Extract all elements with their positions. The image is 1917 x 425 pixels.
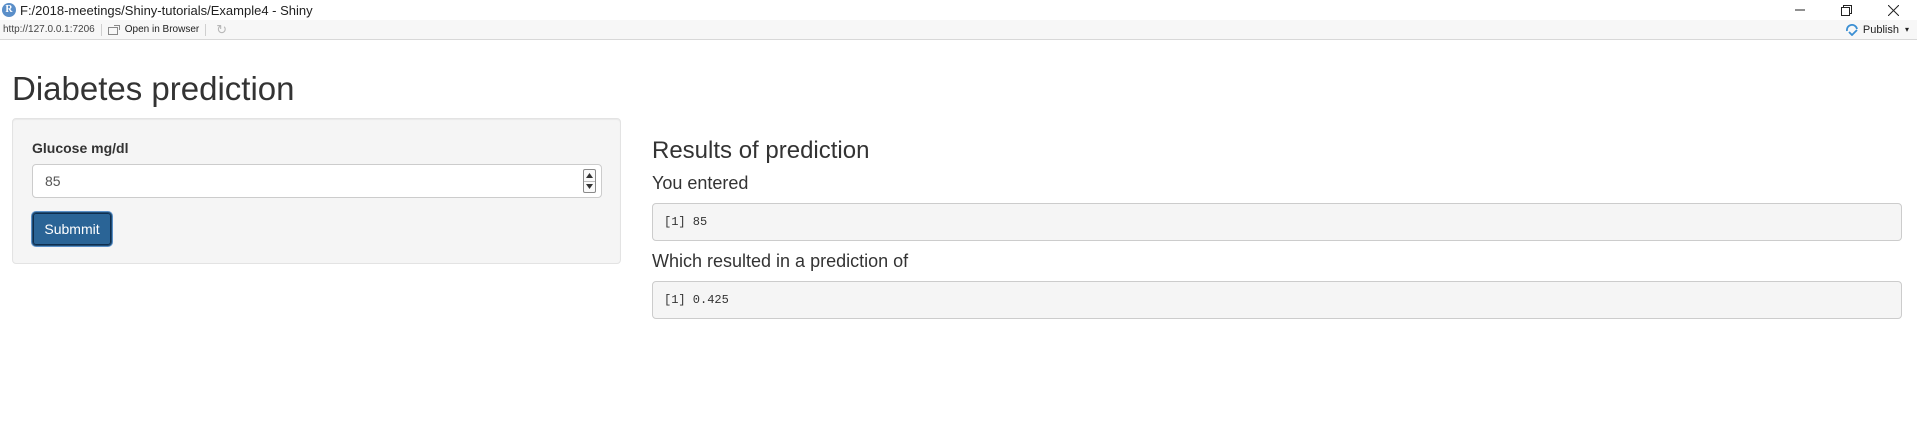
url-text[interactable]: http://127.0.0.1:7206 (3, 24, 95, 35)
rstudio-icon: R (2, 3, 16, 17)
window-title: F:/2018-meetings/Shiny-tutorials/Example… (20, 2, 313, 18)
publish-icon (1845, 23, 1858, 36)
title-bar: R F:/2018-meetings/Shiny-tutorials/Examp… (0, 0, 1917, 20)
spin-down-icon[interactable] (584, 181, 595, 192)
publish-label: Publish (1862, 23, 1899, 36)
minimize-icon (1794, 9, 1805, 11)
entered-label: You entered (652, 173, 749, 193)
open-in-browser-label: Open in Browser (124, 24, 200, 35)
close-button[interactable] (1870, 0, 1917, 20)
glucose-value[interactable]: 85 (45, 173, 61, 189)
divider (205, 23, 207, 36)
open-in-browser-button[interactable]: Open in Browser (107, 24, 200, 35)
glucose-label: Glucose mg/dl (32, 140, 129, 156)
prediction-output: [1] 0.425 (652, 281, 1902, 319)
number-spinner[interactable] (583, 169, 596, 193)
address-bar: http://127.0.0.1:7206 Open in Browser ↻ … (0, 20, 1917, 40)
minimize-button[interactable] (1776, 0, 1823, 20)
prediction-label: Which resulted in a prediction of (652, 251, 909, 271)
divider (100, 23, 102, 36)
publish-button[interactable]: Publish ▾ (1845, 20, 1909, 39)
close-icon (1888, 4, 1899, 16)
restore-icon (1841, 4, 1852, 16)
refresh-icon[interactable]: ↻ (216, 22, 227, 38)
results-heading: Results of prediction (652, 137, 870, 164)
prediction-output-text: [1] 0.425 (664, 293, 729, 307)
page-title: Diabetes prediction (12, 70, 295, 107)
chevron-down-icon[interactable]: ▾ (1905, 25, 1909, 34)
browser-icon (107, 24, 120, 35)
entered-output-text: [1] 85 (664, 215, 708, 229)
sidebar-panel: Glucose mg/dl 85 Submmit (12, 118, 621, 264)
window-controls (1776, 0, 1917, 20)
entered-output: [1] 85 (652, 203, 1902, 241)
glucose-input[interactable]: 85 (32, 164, 602, 198)
restore-button[interactable] (1823, 0, 1870, 20)
submit-button[interactable]: Submmit (32, 212, 112, 246)
